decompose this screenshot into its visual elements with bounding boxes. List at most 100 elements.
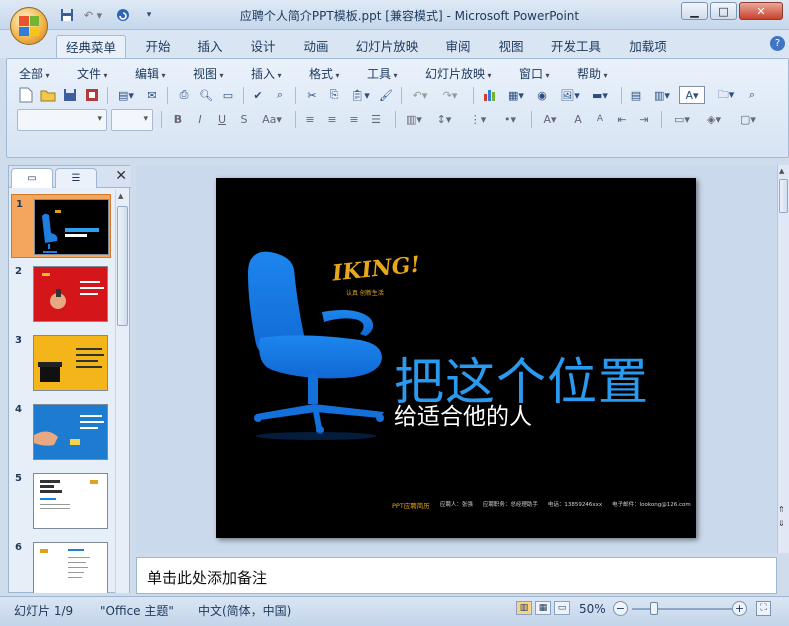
font-name-combo[interactable]: [17, 109, 107, 131]
slide-thumbnail-6[interactable]: 6: [11, 538, 111, 593]
office-button[interactable]: [10, 7, 48, 45]
close-icon[interactable]: ✕: [739, 2, 783, 20]
menu-insert[interactable]: 插入: [251, 65, 282, 82]
zoom-in-icon[interactable]: +: [732, 601, 747, 616]
shrink-font-icon[interactable]: A: [591, 110, 609, 128]
menu-edit[interactable]: 编辑: [135, 65, 166, 82]
slide-thumbnail-3[interactable]: 3: [11, 331, 111, 395]
spelling-icon[interactable]: ✔: [249, 86, 267, 104]
increase-indent-icon[interactable]: ⇥: [635, 110, 653, 128]
scroll-up-icon[interactable]: ▲: [779, 167, 784, 175]
close-icon[interactable]: ✕: [115, 168, 127, 184]
menu-window[interactable]: 窗口: [519, 65, 550, 82]
line-spacing-icon[interactable]: ↕▾: [431, 110, 457, 128]
scroll-up-icon[interactable]: ▲: [118, 192, 127, 202]
slide-scrollbar[interactable]: ▲ ⇑ ⇓: [777, 165, 789, 553]
thumbnails-scrollbar[interactable]: ▲: [115, 190, 129, 593]
arrange-icon[interactable]: ▭▾: [669, 110, 695, 128]
slideshow-icon[interactable]: ▭: [554, 601, 570, 615]
shadow-icon[interactable]: S: [235, 110, 253, 128]
help-icon[interactable]: ?: [770, 36, 785, 51]
zoom-out-icon[interactable]: −: [613, 601, 628, 616]
save-icon[interactable]: [61, 86, 79, 104]
slide-thumbnail-2[interactable]: 2: [11, 262, 111, 326]
cut-icon[interactable]: ✂: [303, 86, 321, 104]
notes-pane[interactable]: 单击此处添加备注: [136, 557, 777, 594]
research-icon[interactable]: ⌕: [271, 86, 289, 104]
columns-icon[interactable]: ▥▾: [401, 110, 427, 128]
clipart-icon[interactable]: ◉: [533, 86, 551, 104]
tab-home[interactable]: 开始: [138, 35, 178, 58]
menu-slideshow[interactable]: 幻灯片放映: [425, 65, 492, 82]
tab-slideshow[interactable]: 幻灯片放映: [352, 35, 422, 58]
permission-icon[interactable]: [83, 86, 101, 104]
change-case-icon[interactable]: Aa▾: [257, 110, 287, 128]
align-left-icon[interactable]: ≡: [301, 110, 319, 128]
numbering-icon[interactable]: ⋮▾: [465, 110, 491, 128]
menu-view[interactable]: 视图: [193, 65, 224, 82]
current-slide[interactable]: IKING! 认真 创新生活 把这个位置 给适合他的人 PPT应聘简历 应聘人：…: [216, 178, 696, 538]
font-size-combo[interactable]: [111, 109, 153, 131]
new-slide-icon[interactable]: ▤: [627, 86, 645, 104]
tab-view[interactable]: 视图: [491, 35, 531, 58]
tab-design[interactable]: 设计: [243, 35, 283, 58]
bullets-icon[interactable]: •▾: [497, 110, 523, 128]
slide-sorter-icon[interactable]: ▦: [535, 601, 551, 615]
italic-icon[interactable]: I: [191, 110, 209, 128]
menu-tools[interactable]: 工具: [367, 65, 398, 82]
textbox-icon[interactable]: A▾: [679, 86, 705, 104]
menu-all[interactable]: 全部: [19, 65, 50, 82]
justify-icon[interactable]: ☰: [367, 110, 385, 128]
chart-icon[interactable]: [481, 86, 499, 104]
fit-window-icon[interactable]: ⛶: [756, 601, 771, 616]
minimize-icon[interactable]: ▁: [681, 2, 708, 20]
align-center-icon[interactable]: ≡: [323, 110, 341, 128]
zoom-slider[interactable]: [632, 602, 732, 615]
undo-icon[interactable]: ↶▾: [407, 86, 433, 104]
paste-icon[interactable]: 📋︎▾: [347, 86, 373, 104]
decrease-indent-icon[interactable]: ⇤: [613, 110, 631, 128]
tab-addins[interactable]: 加载项: [622, 35, 674, 58]
normal-view-icon[interactable]: ▥: [516, 601, 532, 615]
print-preview-icon[interactable]: ▤▾: [113, 86, 139, 104]
next-slide-icon[interactable]: ⇓: [778, 519, 785, 528]
tab-insert[interactable]: 插入: [190, 35, 230, 58]
scrollbar-thumb[interactable]: [779, 179, 788, 213]
menu-format[interactable]: 格式: [309, 65, 340, 82]
slide-thumbnail-1[interactable]: 1: [11, 194, 111, 258]
shape-icon[interactable]: ▢▾: [735, 110, 761, 128]
open-icon[interactable]: [39, 86, 57, 104]
layout-icon[interactable]: ▥▾: [649, 86, 675, 104]
print-icon[interactable]: ⎙: [175, 86, 193, 104]
quick-styles-icon[interactable]: ◈▾: [701, 110, 727, 128]
table-icon[interactable]: ▦▾: [503, 86, 529, 104]
tab-review[interactable]: 审阅: [438, 35, 478, 58]
menu-file[interactable]: 文件: [77, 65, 108, 82]
redo-icon[interactable]: ↷▾: [437, 86, 463, 104]
folder-icon[interactable]: 🗀▾: [713, 86, 739, 104]
maximize-icon[interactable]: □: [710, 2, 737, 20]
scrollbar-thumb[interactable]: [117, 206, 128, 326]
slide-thumbnail-4[interactable]: 4: [11, 400, 111, 464]
theme-name[interactable]: "Office 主题": [100, 602, 174, 619]
copy-icon[interactable]: ⎘: [325, 86, 343, 104]
underline-icon[interactable]: U: [213, 110, 231, 128]
slide-view-icon[interactable]: ▭: [219, 86, 237, 104]
format-painter-icon[interactable]: 🖌︎: [377, 86, 395, 104]
tab-animation[interactable]: 动画: [296, 35, 336, 58]
insert-picture-icon[interactable]: 🖼︎▾: [557, 86, 583, 104]
slide-subtitle[interactable]: 给适合他的人: [394, 397, 532, 431]
new-icon[interactable]: [17, 86, 35, 104]
tab-slides[interactable]: ▭: [11, 168, 53, 188]
color-icon[interactable]: ▬▾: [587, 86, 613, 104]
tab-outline[interactable]: ☰: [55, 168, 97, 188]
menu-help[interactable]: 帮助: [577, 65, 608, 82]
slide-thumbnail-5[interactable]: 5: [11, 469, 111, 533]
previous-slide-icon[interactable]: ⇑: [778, 505, 785, 514]
grow-font-icon[interactable]: A: [569, 110, 587, 128]
zoom-slider-thumb[interactable]: [650, 602, 659, 615]
zoom-icon[interactable]: ⌕: [743, 86, 761, 104]
email-icon[interactable]: ✉: [143, 86, 161, 104]
preview-icon[interactable]: 🔍︎: [197, 86, 215, 104]
align-right-icon[interactable]: ≡: [345, 110, 363, 128]
